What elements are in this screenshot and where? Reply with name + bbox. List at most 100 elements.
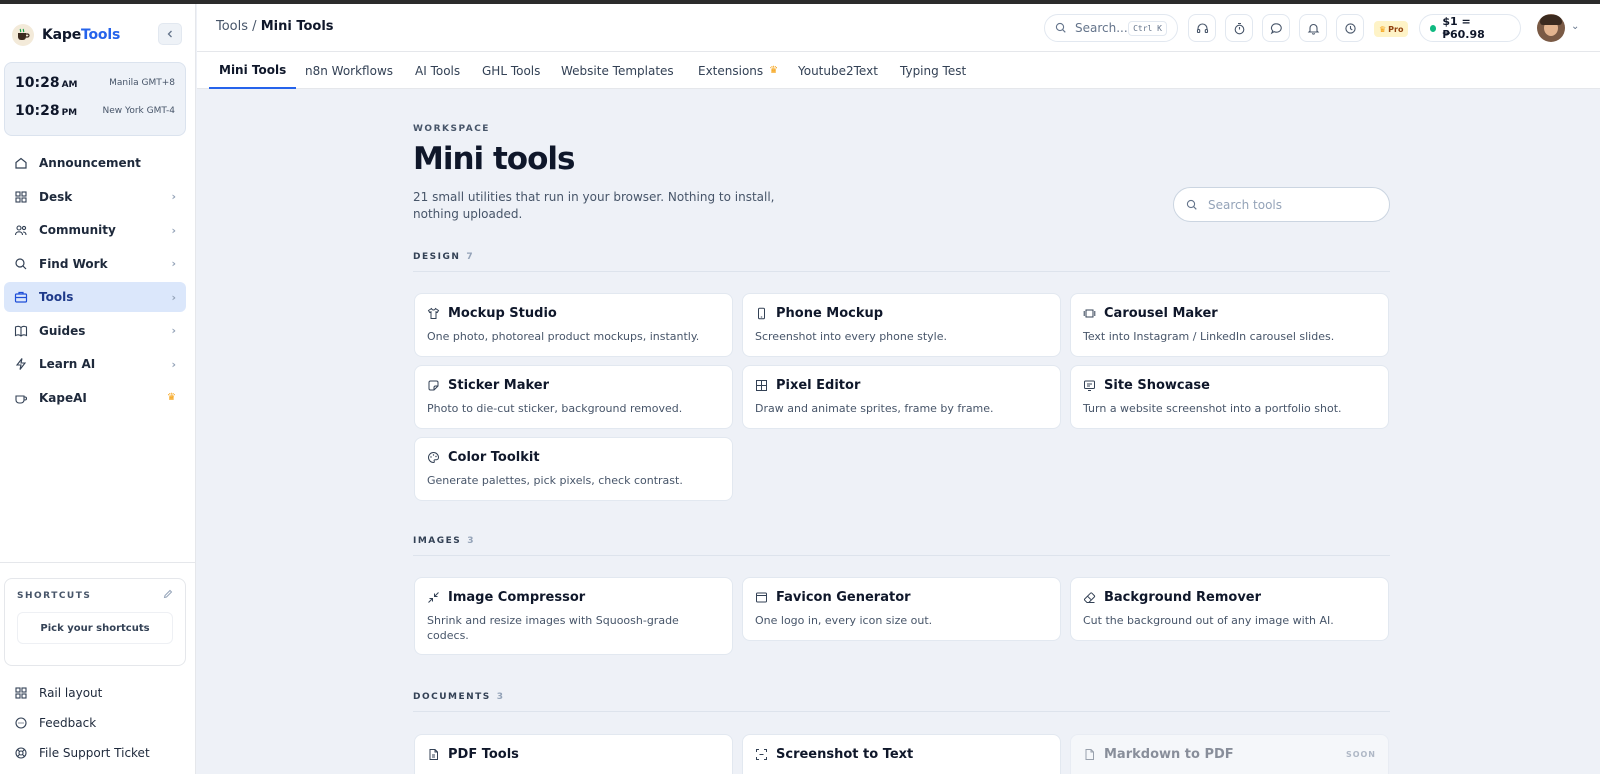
tab-extensions[interactable]: Extensions ♛ — [698, 52, 778, 89]
sidebar-nav: Announcement Desk › Community › Find Wor… — [4, 148, 186, 416]
clock-zone: Manila GMT+8 — [109, 78, 175, 88]
palette-icon — [427, 451, 440, 464]
tool-card-favicon-generator[interactable]: Favicon Generator One logo in, every ico… — [742, 577, 1061, 641]
tab-youtube2text[interactable]: Youtube2Text — [798, 52, 878, 89]
edit-shortcuts-pencil-icon[interactable] — [163, 589, 173, 602]
breadcrumb-parent[interactable]: Tools — [216, 19, 248, 34]
pro-badge[interactable]: ♛ Pro — [1374, 21, 1409, 37]
global-search-input[interactable]: Search... Ctrl K — [1044, 14, 1178, 42]
search-shortcut-hint: Ctrl K — [1128, 20, 1167, 36]
tab-label: n8n Workflows — [305, 63, 394, 78]
rail-layout-item[interactable]: Rail layout — [4, 678, 186, 708]
tool-card-pixel-editor[interactable]: Pixel Editor Draw and animate sprites, f… — [742, 365, 1061, 429]
clock-ampm: AM — [61, 80, 78, 90]
tab-ghl-tools[interactable]: GHL Tools — [482, 52, 540, 89]
clock-manila: 10:28 AM Manila GMT+8 — [15, 69, 175, 97]
tool-description: Cut the background out of any image with… — [1083, 614, 1334, 627]
tool-card-background-remover[interactable]: Background Remover Cut the background ou… — [1070, 577, 1389, 641]
tab-typing-test[interactable]: Typing Test — [900, 52, 966, 89]
clock-zone: New York GMT-4 — [102, 106, 175, 116]
tool-description: Screenshot into every phone style. — [755, 330, 947, 343]
sidebar-item-kapeai[interactable]: KapeAI ♛ — [4, 383, 186, 413]
tab-ai-tools[interactable]: AI Tools — [415, 52, 460, 89]
tool-search-input[interactable]: Search tools — [1173, 187, 1390, 222]
tool-title: PDF Tools — [448, 747, 519, 762]
sidebar-item-tools[interactable]: Tools › — [4, 282, 186, 312]
sidebar-item-label: Community — [39, 223, 116, 237]
tab-label: Youtube2Text — [798, 63, 878, 78]
pick-shortcuts-button[interactable]: Pick your shortcuts — [17, 612, 173, 644]
world-clock-card: 10:28 AM Manila GMT+8 10:28 PM New York GM… — [4, 62, 186, 136]
user-avatar[interactable] — [1537, 14, 1565, 42]
tool-card-pdf-tools[interactable]: PDF Tools — [414, 734, 733, 774]
history-button[interactable] — [1336, 14, 1364, 42]
tool-card-screenshot-to-text[interactable]: Screenshot to Text — [742, 734, 1061, 774]
sidebar-bottom-nav: Rail layout Feedback File Support Ticket — [4, 678, 186, 768]
breadcrumb: Tools / Mini Tools — [216, 19, 334, 34]
bell-icon — [1307, 23, 1319, 35]
sidebar-item-learn-ai[interactable]: Learn AI › — [4, 349, 186, 379]
feedback-item[interactable]: Feedback — [4, 708, 186, 738]
support-headset-button[interactable] — [1188, 14, 1216, 42]
tool-title: Sticker Maker — [448, 378, 550, 393]
tool-card-color-toolkit[interactable]: Color Toolkit Generate palettes, pick pi… — [414, 437, 733, 501]
clock-ampm: PM — [61, 108, 78, 118]
tab-mini-tools[interactable]: Mini Tools — [209, 52, 297, 89]
chat-bubble-icon — [14, 716, 28, 730]
tool-description: Turn a website screenshot into a portfol… — [1083, 402, 1342, 415]
tab-n8n-workflows[interactable]: n8n Workflows — [305, 52, 393, 89]
tool-card-markdown-to-pdf: Markdown to PDF SOON — [1070, 734, 1389, 774]
tool-description: One photo, photoreal product mockups, in… — [427, 330, 700, 343]
lifebuoy-icon — [14, 746, 28, 760]
sidebar-item-guides[interactable]: Guides › — [4, 316, 186, 346]
search-icon — [1186, 199, 1197, 210]
section-label: DOCUMENTS — [413, 692, 491, 702]
tool-title: Image Compressor — [448, 590, 586, 605]
messages-button[interactable] — [1262, 14, 1290, 42]
main-content: WORKSPACE Mini tools 21 small utilities … — [413, 89, 1390, 774]
notifications-button[interactable] — [1299, 14, 1327, 42]
exchange-rate-pill[interactable]: $1 = ₱60.98 — [1419, 14, 1521, 42]
tab-label: GHL Tools — [482, 63, 541, 78]
tool-card-mockup-studio[interactable]: Mockup Studio One photo, photoreal produ… — [414, 293, 733, 357]
section-images: IMAGES 3 — [413, 536, 1390, 556]
document-icon — [1083, 748, 1096, 761]
tool-card-phone-mockup[interactable]: Phone Mockup Screenshot into every phone… — [742, 293, 1061, 357]
sidebar-item-label: Announcement — [39, 156, 141, 170]
clock-time: 10:28 — [15, 103, 60, 119]
timer-button[interactable] — [1225, 14, 1253, 42]
chevron-left-icon — [167, 30, 172, 38]
clock-time: 10:28 — [15, 75, 60, 91]
tab-label: Mini Tools — [219, 62, 287, 77]
pdf-icon — [427, 748, 440, 761]
sidebar-item-find-work[interactable]: Find Work › — [4, 249, 186, 279]
tool-card-site-showcase[interactable]: Site Showcase Turn a website screenshot … — [1070, 365, 1389, 429]
coffee-cup-icon — [14, 391, 28, 405]
support-ticket-item[interactable]: File Support Ticket — [4, 738, 186, 768]
sidebar-item-desk[interactable]: Desk › — [4, 182, 186, 212]
tab-label: Website Templates — [561, 63, 674, 78]
section-label: DESIGN — [413, 252, 461, 262]
tool-title: Favicon Generator — [776, 590, 911, 605]
tool-description: Generate palettes, pick pixels, check co… — [427, 474, 683, 487]
compress-icon — [427, 591, 440, 604]
brand[interactable]: KapeTools — [12, 20, 120, 50]
sidebar-item-community[interactable]: Community › — [4, 215, 186, 245]
tab-website-templates[interactable]: Website Templates — [561, 52, 674, 89]
sticker-icon — [427, 379, 440, 392]
tool-card-image-compressor[interactable]: Image Compressor Shrink and resize image… — [414, 577, 733, 655]
shortcuts-panel: SHORTCUTS Pick your shortcuts — [4, 578, 186, 666]
section-design: DESIGN 7 — [413, 252, 1390, 272]
tool-description: Shrink and resize images with Squoosh-gr… — [427, 614, 679, 642]
collapse-sidebar-button[interactable] — [158, 23, 182, 45]
coffee-logo-icon — [12, 24, 34, 46]
chevron-down-icon[interactable]: ⌄ — [1571, 21, 1579, 32]
pro-label: Pro — [1388, 24, 1404, 34]
sidebar-item-announcement[interactable]: Announcement — [4, 148, 186, 178]
tool-title: Markdown to PDF — [1104, 747, 1234, 762]
tool-card-carousel-maker[interactable]: Carousel Maker Text into Instagram / Lin… — [1070, 293, 1389, 357]
phone-icon — [755, 307, 768, 320]
exchange-rate-text: $1 = ₱60.98 — [1442, 15, 1485, 41]
tool-title: Site Showcase — [1104, 378, 1210, 393]
tool-card-sticker-maker[interactable]: Sticker Maker Photo to die-cut sticker, … — [414, 365, 733, 429]
